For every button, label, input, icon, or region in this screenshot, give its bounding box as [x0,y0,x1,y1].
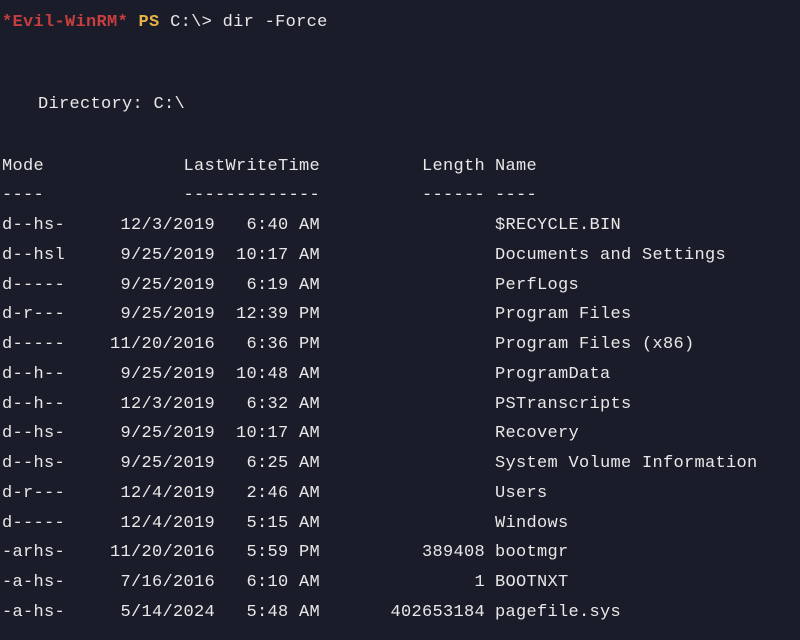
cell-length: 1 [320,568,485,598]
header-mode: Mode [2,152,74,182]
cell-mode: d--hs- [2,211,74,241]
cell-lastwrite: 9/25/2019 10:48 AM [74,360,320,390]
table-row: d----- 9/25/2019 6:19 AM PerfLogs [0,271,800,301]
cell-mode: -a-hs- [2,568,74,598]
cell-length [320,300,485,330]
directory-label: Directory: C:\ [38,95,185,114]
cell-name: pagefile.sys [485,598,800,628]
header-length: Length [320,152,485,182]
cell-length [320,330,485,360]
cell-name: PerfLogs [485,271,800,301]
cell-mode: d--h-- [2,390,74,420]
cell-length [320,360,485,390]
cell-length [320,241,485,271]
cell-mode: d--hsl [2,241,74,271]
cell-lastwrite: 9/25/2019 6:25 AM [74,449,320,479]
directory-header: Directory: C:\ [0,90,800,120]
cell-length [320,419,485,449]
cell-lastwrite: 9/25/2019 12:39 PM [74,300,320,330]
cell-lastwrite: 7/16/2016 6:10 AM [74,568,320,598]
sep-name: ---- [485,181,800,211]
cell-name: bootmgr [485,538,800,568]
cell-mode: d--hs- [2,419,74,449]
cell-name: $RECYCLE.BIN [485,211,800,241]
cell-length: 389408 [320,538,485,568]
table-row: -arhs-11/20/2016 5:59 PM389408bootmgr [0,538,800,568]
cell-mode: d----- [2,509,74,539]
table-row: d-r--- 12/4/2019 2:46 AM Users [0,479,800,509]
cell-length [320,479,485,509]
separator-row: ---- ------------- ------ ---- [0,181,800,211]
table-row: d-----11/20/2016 6:36 PM Program Files (x… [0,330,800,360]
cell-mode: d--hs- [2,449,74,479]
cell-mode: d-r--- [2,300,74,330]
cell-mode: d----- [2,330,74,360]
cell-mode: -a-hs- [2,598,74,628]
cell-lastwrite: 12/3/2019 6:32 AM [74,390,320,420]
cell-lastwrite: 12/3/2019 6:40 AM [74,211,320,241]
cell-length [320,509,485,539]
sep-lastwrite: ------------- [74,181,320,211]
cell-name: Documents and Settings [485,241,800,271]
cell-lastwrite: 12/4/2019 5:15 AM [74,509,320,539]
cell-length: 402653184 [320,598,485,628]
table-row: -a-hs- 5/14/2024 5:48 AM402653184pagefil… [0,598,800,628]
cell-length [320,449,485,479]
shell-name: PS [139,13,160,32]
table-row: d--hs- 12/3/2019 6:40 AM $RECYCLE.BIN [0,211,800,241]
cell-length [320,211,485,241]
table-row: -a-hs- 7/16/2016 6:10 AM1BOOTNXT [0,568,800,598]
cell-lastwrite: 11/20/2016 5:59 PM [74,538,320,568]
cell-name: PSTranscripts [485,390,800,420]
column-headers: Mode LastWriteTime Length Name [0,152,800,182]
cell-lastwrite: 11/20/2016 6:36 PM [74,330,320,360]
table-row: d--hsl 9/25/2019 10:17 AM Documents and S… [0,241,800,271]
cell-length [320,271,485,301]
cell-name: Program Files [485,300,800,330]
cell-lastwrite: 12/4/2019 2:46 AM [74,479,320,509]
table-row: d----- 12/4/2019 5:15 AM Windows [0,509,800,539]
cell-name: BOOTNXT [485,568,800,598]
cell-mode: -arhs- [2,538,74,568]
table-row: d-r--- 9/25/2019 12:39 PM Program Files [0,300,800,330]
cell-name: ProgramData [485,360,800,390]
cell-lastwrite: 9/25/2019 10:17 AM [74,241,320,271]
cell-name: Program Files (x86) [485,330,800,360]
file-listing: d--hs- 12/3/2019 6:40 AM$RECYCLE.BINd--h… [0,211,800,628]
table-row: d--h-- 9/25/2019 10:48 AM ProgramData [0,360,800,390]
cell-lastwrite: 5/14/2024 5:48 AM [74,598,320,628]
prompt-line[interactable]: *Evil-WinRM* PS C:\> dir -Force [0,8,800,38]
cell-name: Recovery [485,419,800,449]
sep-length: ------ [320,181,485,211]
cell-mode: d-r--- [2,479,74,509]
command-text: C:\> dir -Force [170,13,328,32]
cell-lastwrite: 9/25/2019 10:17 AM [74,419,320,449]
header-name: Name [485,152,800,182]
spacer [0,38,800,90]
cell-lastwrite: 9/25/2019 6:19 AM [74,271,320,301]
header-lastwrite: LastWriteTime [74,152,320,182]
cell-mode: d----- [2,271,74,301]
tool-name: *Evil-WinRM* [2,13,128,32]
table-row: d--hs- 9/25/2019 10:17 AM Recovery [0,419,800,449]
sep-mode: ---- [2,181,74,211]
cell-length [320,390,485,420]
cell-name: Users [485,479,800,509]
cell-mode: d--h-- [2,360,74,390]
cell-name: Windows [485,509,800,539]
table-row: d--h-- 12/3/2019 6:32 AM PSTranscripts [0,390,800,420]
spacer [0,120,800,152]
cell-name: System Volume Information [485,449,800,479]
table-row: d--hs- 9/25/2019 6:25 AM System Volume In… [0,449,800,479]
